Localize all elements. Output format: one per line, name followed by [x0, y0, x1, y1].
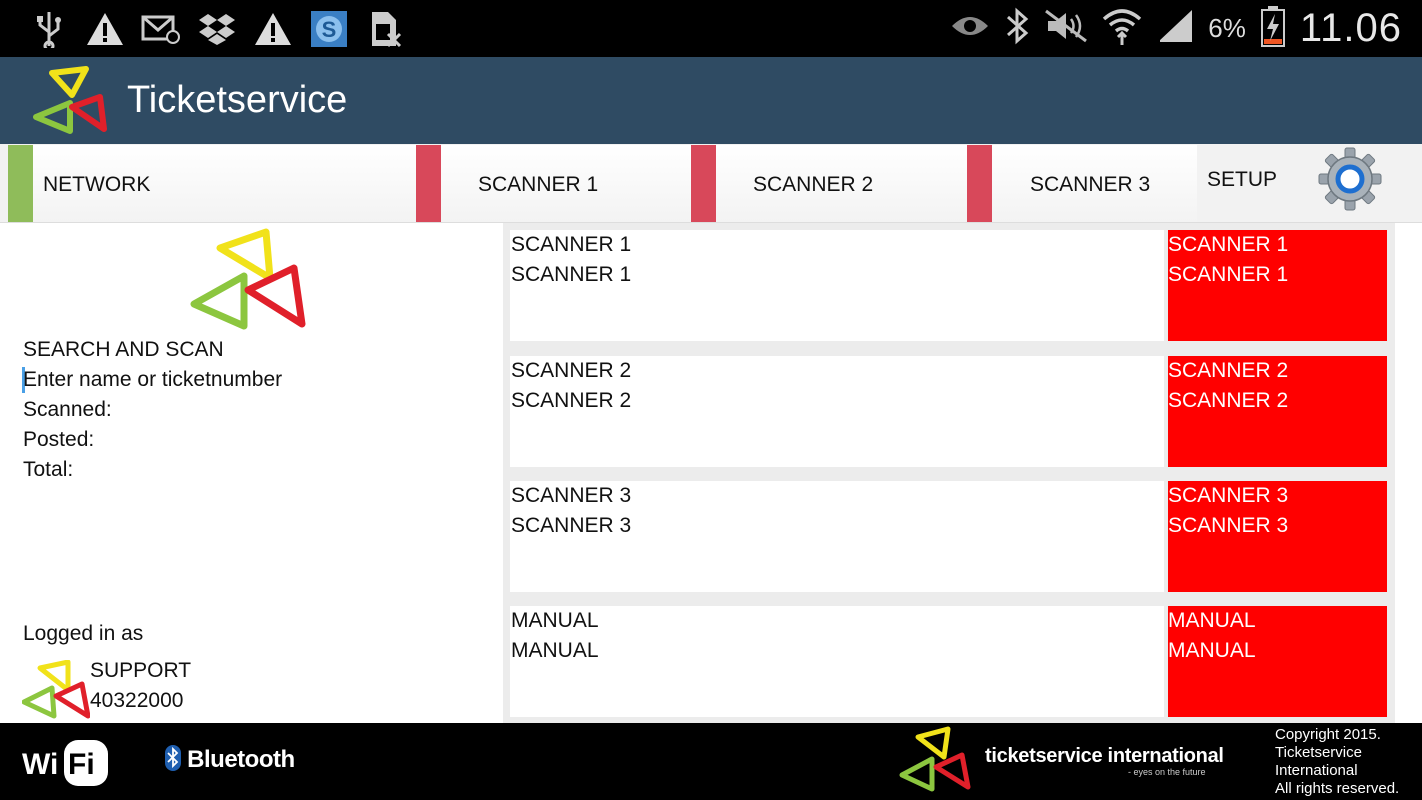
setup-button[interactable]: SETUP: [1207, 168, 1277, 192]
action-bar: Ticketservice: [0, 57, 1422, 144]
manual-line-2: MANUAL: [511, 639, 599, 662]
tab-scanner-3[interactable]: SCANNER 3: [967, 145, 1197, 222]
system-status-icons: 6% 11.06: [950, 4, 1402, 52]
sim-card-icon: [364, 9, 406, 49]
manual-line-1: MANUAL: [511, 609, 599, 632]
footer: Wi Fi Bluetooth ticketservice internatio…: [0, 723, 1422, 800]
svg-text:Fi: Fi: [68, 748, 95, 781]
scanner-2-status-line-1: SCANNER 2: [1168, 359, 1289, 382]
tab-label: NETWORK: [43, 173, 151, 196]
usb-icon: [28, 9, 70, 49]
copyright-line: International: [1275, 762, 1358, 779]
tab-status-stripe: [8, 145, 33, 222]
search-input[interactable]: Enter name or ticketnumber: [23, 368, 282, 392]
warning-icon: [84, 9, 126, 49]
posted-label: Posted:: [23, 428, 95, 451]
scanner-3-status[interactable]: SCANNER 3 SCANNER 3: [1168, 481, 1387, 592]
eye-icon: [950, 12, 990, 45]
mute-icon: [1044, 9, 1088, 48]
status-bar: S 6% 11.06: [0, 0, 1422, 57]
scanner-2-line-1: SCANNER 2: [511, 359, 632, 382]
settings-gear-icon[interactable]: [1316, 146, 1384, 212]
brand-logo-icon: [899, 726, 971, 792]
ticketservice-logo: [190, 228, 306, 330]
svg-text:S: S: [322, 17, 337, 42]
brand-name: ticketservice international: [985, 745, 1224, 767]
tab-status-stripe: [967, 145, 992, 222]
scanner-1-status[interactable]: SCANNER 1 SCANNER 1: [1168, 230, 1387, 341]
skype-icon: S: [308, 9, 350, 49]
tab-status-stripe: [691, 145, 716, 222]
scanner-1-line-2: SCANNER 1: [511, 263, 632, 286]
tab-network[interactable]: NETWORK: [8, 145, 416, 222]
scanner-2-status[interactable]: SCANNER 2 SCANNER 2: [1168, 356, 1387, 467]
logged-in-label: Logged in as: [23, 622, 144, 645]
cell-signal-icon: [1156, 8, 1194, 49]
scanner-1-status-line-1: SCANNER 1: [1168, 233, 1289, 256]
wifi-logo: Wi Fi: [22, 740, 108, 786]
bluetooth-icon: [165, 745, 187, 773]
tab-status-stripe: [416, 145, 441, 222]
brand-tagline: - eyes on the future: [1128, 767, 1206, 777]
search-and-scan-heading: SEARCH AND SCAN: [23, 338, 224, 361]
clock: 11.06: [1299, 5, 1402, 50]
email-icon: [140, 9, 182, 49]
battery-charging-icon: [1260, 5, 1286, 52]
copyright-line: Ticketservice: [1275, 744, 1362, 761]
user-name: SUPPORT: [90, 659, 192, 682]
scanner-1-status-line-2: SCANNER 1: [1168, 263, 1289, 286]
scanner-2-line-2: SCANNER 2: [511, 389, 632, 412]
scanner-3-info[interactable]: SCANNER 3 SCANNER 3: [510, 481, 1164, 592]
user-id: 40322000: [90, 689, 184, 712]
copyright-line: Copyright 2015.: [1275, 726, 1381, 743]
dropbox-icon: [196, 9, 238, 49]
manual-status-line-1: MANUAL: [1168, 609, 1256, 632]
manual-status[interactable]: MANUAL MANUAL: [1168, 606, 1387, 717]
copyright-notice: Copyright 2015. Ticketservice Internatio…: [1275, 726, 1415, 798]
user-avatar: [22, 660, 90, 719]
scanner-3-line-1: SCANNER 3: [511, 484, 632, 507]
scanned-label: Scanned:: [23, 398, 112, 421]
total-label: Total:: [23, 458, 74, 481]
bluetooth-icon: [1004, 7, 1030, 50]
tab-scanner-2[interactable]: SCANNER 2: [691, 145, 967, 222]
tab-scanner-1[interactable]: SCANNER 1: [416, 145, 691, 222]
notification-icons: S: [28, 8, 406, 50]
tab-label: SCANNER 1: [478, 173, 599, 196]
manual-status-line-2: MANUAL: [1168, 639, 1256, 662]
wifi-signal-icon: [1102, 7, 1142, 50]
app-title: Ticketservice: [127, 79, 348, 121]
svg-text:Wi: Wi: [22, 748, 58, 781]
manual-info[interactable]: MANUAL MANUAL: [510, 606, 1164, 717]
scanner-1-info[interactable]: SCANNER 1 SCANNER 1: [510, 230, 1164, 341]
scanner-3-line-2: SCANNER 3: [511, 514, 632, 537]
tab-label: SCANNER 2: [753, 173, 874, 196]
scanner-1-line-1: SCANNER 1: [511, 233, 632, 256]
scanner-2-status-line-2: SCANNER 2: [1168, 389, 1289, 412]
battery-percentage: 6%: [1208, 12, 1246, 43]
copyright-line: All rights reserved.: [1275, 780, 1400, 797]
warning-icon: [252, 9, 294, 49]
scanner-3-status-line-2: SCANNER 3: [1168, 514, 1289, 537]
bluetooth-text: Bluetooth: [187, 746, 295, 773]
scanner-2-info[interactable]: SCANNER 2 SCANNER 2: [510, 356, 1164, 467]
app-logo-icon[interactable]: [30, 65, 112, 137]
bluetooth-logo: Bluetooth: [165, 745, 295, 774]
tab-label: SCANNER 3: [1030, 173, 1151, 196]
scanner-3-status-line-1: SCANNER 3: [1168, 484, 1289, 507]
